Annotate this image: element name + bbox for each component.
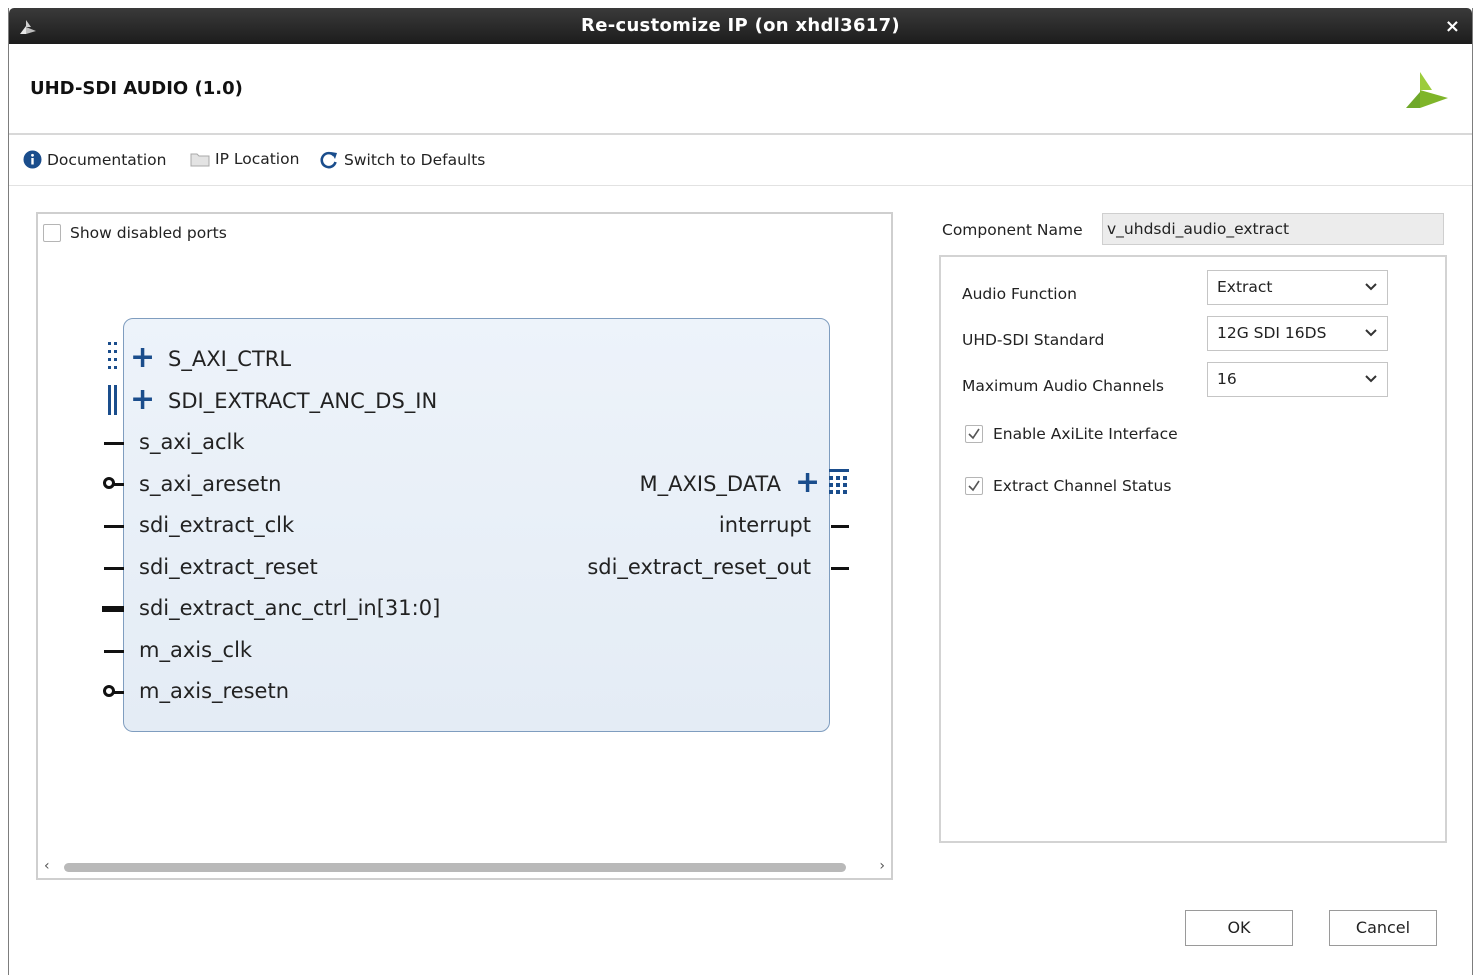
extract-channel-status-label: Extract Channel Status	[993, 477, 1172, 495]
component-name-field[interactable]: v_uhdsdi_audio_extract	[1102, 213, 1444, 245]
port-sdi-extract-anc-ds-in: SDI_EXTRACT_ANC_DS_IN	[168, 389, 438, 413]
window-title: Re-customize IP (on xhdl3617)	[581, 15, 900, 36]
scroll-left-icon[interactable]: ‹	[44, 858, 50, 874]
pin-line	[104, 525, 124, 528]
xilinx-logo-icon	[1406, 72, 1448, 108]
component-name-label: Component Name	[942, 221, 1083, 239]
documentation-label: Documentation	[47, 150, 167, 169]
show-disabled-ports-label: Show disabled ports	[70, 224, 227, 242]
active-low-bubble-icon	[103, 477, 115, 489]
max-audio-channels-label: Maximum Audio Channels	[962, 377, 1164, 395]
ip-header: UHD-SDI AUDIO (1.0)	[9, 44, 1472, 135]
port-sdi-extract-anc-ctrl-in: sdi_extract_anc_ctrl_in[31:0]	[139, 596, 441, 620]
port-interrupt: interrupt	[718, 513, 811, 537]
title-bar[interactable]: Re-customize IP (on xhdl3617) ×	[9, 8, 1472, 44]
toolbar: Documentation IP Location Switch to Defa…	[9, 136, 1472, 186]
max-audio-channels-value: 16	[1217, 370, 1237, 388]
port-sdi-extract-clk: sdi_extract_clk	[139, 513, 295, 537]
ip-title: UHD-SDI AUDIO (1.0)	[30, 78, 243, 99]
pin-line	[104, 650, 124, 653]
audio-function-select[interactable]: Extract	[1207, 270, 1388, 305]
cancel-button[interactable]: Cancel	[1329, 910, 1437, 946]
extract-channel-status-checkbox[interactable]	[965, 477, 983, 495]
uhd-sdi-standard-label: UHD-SDI Standard	[962, 331, 1105, 349]
port-s-axi-aresetn: s_axi_aresetn	[139, 472, 282, 496]
switch-to-defaults-label: Switch to Defaults	[344, 151, 486, 169]
audio-function-value: Extract	[1217, 278, 1273, 296]
port-sdi-extract-reset-out: sdi_extract_reset_out	[587, 555, 811, 579]
uhd-sdi-standard-select[interactable]: 12G SDI 16DS	[1207, 316, 1388, 351]
folder-icon	[190, 151, 210, 167]
interface-grid-icon	[829, 469, 849, 494]
scrollbar-thumb[interactable]	[64, 863, 846, 872]
audio-function-label: Audio Function	[962, 285, 1077, 303]
checkmark-icon	[968, 428, 980, 440]
horizontal-scrollbar[interactable]: ‹ ›	[42, 858, 887, 874]
documentation-button[interactable]: Documentation	[23, 150, 167, 169]
extract-channel-status-option[interactable]: Extract Channel Status	[965, 477, 1171, 495]
enable-axilite-checkbox[interactable]	[965, 425, 983, 443]
pin-line	[831, 567, 849, 570]
expand-interface-icon[interactable]: +	[130, 385, 155, 415]
uhd-sdi-standard-value: 12G SDI 16DS	[1217, 324, 1327, 342]
pin-line	[104, 567, 124, 570]
pin-line	[104, 442, 124, 445]
refresh-icon	[319, 150, 339, 170]
active-low-bubble-icon	[103, 685, 115, 697]
port-s-axi-ctrl: S_AXI_CTRL	[168, 347, 292, 371]
interface-dots-icon	[108, 342, 117, 369]
dialog-window: Re-customize IP (on xhdl3617) × UHD-SDI …	[8, 8, 1473, 975]
interface-bus-icon	[108, 385, 117, 415]
show-disabled-ports-toggle[interactable]: Show disabled ports	[43, 224, 227, 242]
expand-interface-icon[interactable]: +	[130, 343, 155, 373]
ok-button[interactable]: OK	[1185, 910, 1293, 946]
ip-location-button[interactable]: IP Location	[190, 150, 299, 168]
ip-symbol-panel: Show disabled ports + S_AXI_CTRL + SDI_E…	[36, 212, 893, 880]
enable-axilite-label: Enable AxiLite Interface	[993, 425, 1178, 443]
port-m-axis-resetn: m_axis_resetn	[139, 679, 290, 703]
pin-line	[831, 525, 849, 528]
ip-location-label: IP Location	[215, 150, 300, 168]
chevron-down-icon	[1365, 375, 1377, 383]
close-icon[interactable]: ×	[1445, 16, 1460, 37]
max-audio-channels-select[interactable]: 16	[1207, 362, 1388, 397]
port-m-axis-data: M_AXIS_DATA	[639, 472, 782, 496]
enable-axilite-option[interactable]: Enable AxiLite Interface	[965, 425, 1178, 443]
chevron-down-icon	[1365, 283, 1377, 291]
port-s-axi-aclk: s_axi_aclk	[139, 430, 245, 454]
parameters-panel: Audio Function Extract UHD-SDI Standard …	[939, 255, 1447, 843]
port-sdi-extract-reset: sdi_extract_reset	[139, 555, 318, 579]
show-disabled-ports-checkbox[interactable]	[43, 224, 61, 242]
bus-line	[102, 606, 124, 612]
port-m-axis-clk: m_axis_clk	[139, 638, 253, 662]
checkmark-icon	[968, 480, 980, 492]
scroll-right-icon[interactable]: ›	[879, 858, 885, 874]
expand-interface-icon[interactable]: +	[795, 468, 820, 498]
info-icon	[23, 150, 42, 169]
chevron-down-icon	[1365, 329, 1377, 337]
switch-to-defaults-button[interactable]: Switch to Defaults	[319, 150, 485, 170]
